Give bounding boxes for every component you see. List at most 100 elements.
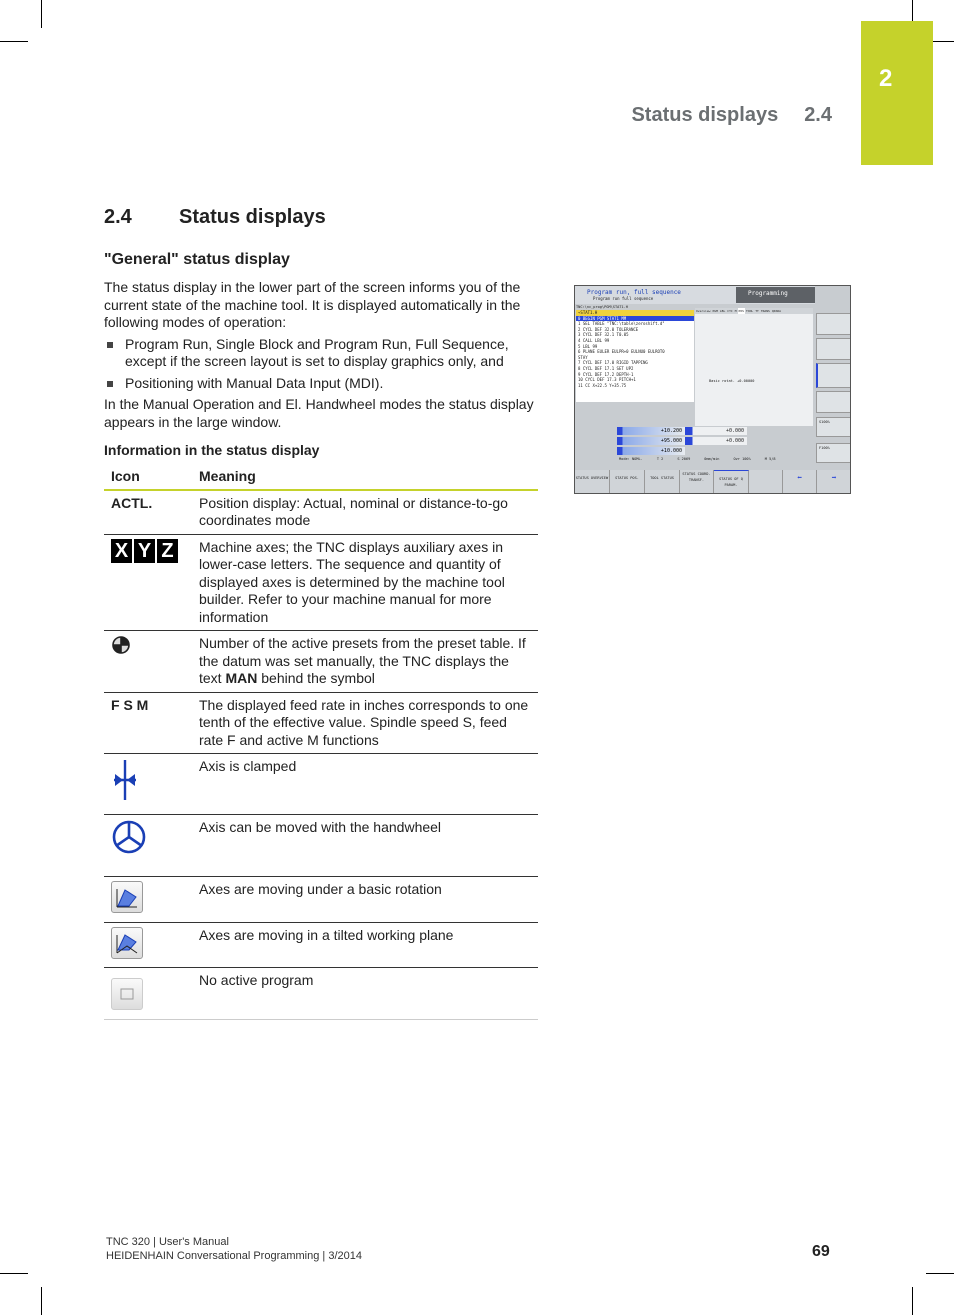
axis-b-value: +0.000 <box>685 427 747 435</box>
intro-paragraph: The status display in the lower part of … <box>104 279 521 330</box>
feed-override[interactable]: F100% <box>816 443 850 463</box>
status-tool: T 2 <box>656 457 664 461</box>
status-bar: Mode: NOML. T 2 S 2069 0mm/min Ovr 100% M 5/8 <box>619 457 809 461</box>
softkey-tool-status[interactable]: TOOL STATUS <box>645 470 680 493</box>
after-bullets-paragraph: In the Manual Operation and El. Handwhee… <box>104 396 534 430</box>
meaning-cell: Position display: Actual, nominal or dis… <box>192 489 538 535</box>
table-row: ACTL. Position display: Actual, nominal o… <box>104 489 538 535</box>
table-row: Axes are moving under a basic rotation <box>104 876 538 923</box>
actl-label: ACTL. <box>104 489 192 535</box>
list-item: Positioning with Manual Data Input (MDI)… <box>104 375 544 393</box>
meaning-cell: Machine axes; the TNC displays auxiliary… <box>192 534 538 631</box>
softkey-forward-arrow-icon[interactable]: ➡ <box>817 470 850 493</box>
crop-mark <box>41 0 42 28</box>
tnc-screenshot: Program run, full sequence Program run f… <box>574 285 851 494</box>
chapter-tab: 2 <box>861 21 933 165</box>
mode-list: Program Run, Single Block and Program Ru… <box>104 336 544 393</box>
tab-trans[interactable]: TRANS <box>760 308 771 314</box>
meaning-cell: Axis is clamped <box>192 753 538 815</box>
status-info-table: Icon Meaning ACTL. Position display: Actua… <box>104 464 538 1020</box>
tab-overview[interactable]: Overview <box>695 308 711 314</box>
table-title: Information in the status display <box>104 442 320 458</box>
spindle-override[interactable]: S100% <box>816 417 850 437</box>
section-title-text: Status displays <box>179 206 326 228</box>
status-feed: 0mm/min <box>704 457 720 461</box>
basic-rotation-value: +0.00000 <box>737 379 755 383</box>
side-softkey[interactable] <box>816 338 850 360</box>
table-row: Axes are moving in a tilted working plan… <box>104 922 538 968</box>
preset-datum-icon <box>112 636 130 654</box>
tab-pgm[interactable]: PGM <box>711 308 718 314</box>
table-header-row: Icon Meaning <box>104 464 538 491</box>
tab-lbl[interactable]: LBL <box>719 308 726 314</box>
no-active-program-icon <box>111 978 143 1010</box>
running-header-title: Status displays <box>631 104 779 126</box>
status-spindle: S 2069 <box>677 457 691 461</box>
axis-z-value: +10.000 <box>617 447 685 455</box>
status-mode: Mode: NOML. <box>619 457 643 461</box>
table-row: Number of the active presets from the pr… <box>104 630 538 693</box>
status-tabs: Overview PGM LBL CYC M POS TOOL TT TRANS QPARA <box>695 308 813 314</box>
programming-mode: Programming <box>736 287 815 303</box>
axis-x-value: +10.200 <box>617 427 685 435</box>
crop-mark <box>41 1287 42 1315</box>
status-override: Ovr 100% <box>733 457 751 461</box>
table-row: No active program <box>104 967 538 1020</box>
meaning-cell: Axes are moving in a tilted working plan… <box>192 922 538 968</box>
subsection-title: "General" status display <box>104 251 290 268</box>
operating-submode: Program run full sequence <box>593 296 654 301</box>
softkey-coord-transf[interactable]: STATUS COORD. TRANSF. <box>680 470 714 493</box>
tab-cyc[interactable]: CYC <box>726 308 733 314</box>
axis-c-value: +0.000 <box>685 437 747 445</box>
table-row: Axis can be moved with the handwheel <box>104 814 538 877</box>
tab-pos[interactable]: POS <box>737 308 745 314</box>
basic-rotation-icon <box>111 881 143 913</box>
crop-mark <box>912 1287 913 1315</box>
softkey-status-pos[interactable]: STATUS POS. <box>610 470 645 493</box>
crop-mark <box>912 0 913 22</box>
operating-mode: Program run, full sequence <box>587 289 681 296</box>
fsm-label: F S M <box>104 692 192 754</box>
program-line: 11 CC X+22.5 Y+35.75 <box>578 382 627 388</box>
meaning-cell: Number of the active presets from the pr… <box>192 630 538 693</box>
header-icon: Icon <box>104 464 192 491</box>
softkey-q-param[interactable]: STATUS OF Q PARAM. <box>714 470 749 493</box>
running-header: Status displays 2.4 <box>631 104 832 127</box>
tilted-plane-icon <box>111 927 143 959</box>
program-listing: →STAT1.H 0 BEGIN PGM STAT1 MM 1 SEL TABL… <box>576 310 694 402</box>
table-row: Axis is clamped <box>104 753 538 815</box>
side-softkey[interactable] <box>816 363 850 388</box>
footer: TNC 320 | User's Manual HEIDENHAIN Conve… <box>106 1235 362 1263</box>
running-header-number: 2.4 <box>804 104 832 126</box>
side-softkey[interactable] <box>816 391 850 413</box>
axis-y-value: +95.000 <box>617 437 685 445</box>
crop-mark <box>926 1273 954 1274</box>
meaning-cell: Axis can be moved with the handwheel <box>192 814 538 877</box>
table-row: X Y Z Machine axes; the TNC displays auxili… <box>104 534 538 631</box>
body-text: The status display in the lower part of … <box>104 279 544 431</box>
program-path: TNC:\nc_prog\PGM\STAT1.H <box>576 305 628 309</box>
status-m: M 5/8 <box>764 457 776 461</box>
section-title: 2.4 Status displays <box>104 206 326 229</box>
meaning-cell: No active program <box>192 967 538 1020</box>
tab-tool[interactable]: TOOL <box>745 308 754 314</box>
page-number: 69 <box>812 1243 830 1260</box>
header-meaning: Meaning <box>192 464 538 491</box>
softkey-empty[interactable] <box>749 470 783 493</box>
footer-line: HEIDENHAIN Conversational Programming | … <box>106 1250 362 1262</box>
side-softkey[interactable] <box>816 313 850 335</box>
crop-mark <box>0 41 28 42</box>
aux-axis-display: +0.000 +0.000 <box>685 427 747 447</box>
softkey-status-overview[interactable]: STATUS OVERVIEW <box>575 470 610 493</box>
basic-rotation-label: Basic rotat. <box>709 379 735 383</box>
softkey-back-arrow-icon[interactable]: ⬅ <box>783 470 817 493</box>
status-panel: Overview PGM LBL CYC M POS TOOL TT TRANS QPARA Ba… <box>695 308 813 426</box>
table-row: F S M The displayed feed rate in inches c… <box>104 692 538 754</box>
tab-qpara[interactable]: QPARA <box>771 308 782 314</box>
meaning-cell: The displayed feed rate in inches corres… <box>192 692 538 754</box>
xyz-axes-icon: XYZ <box>111 538 186 563</box>
crop-mark <box>0 1273 28 1274</box>
footer-line: TNC 320 | User's Manual <box>106 1236 229 1248</box>
section-number: 2.4 <box>104 206 132 228</box>
handwheel-icon <box>112 820 146 854</box>
